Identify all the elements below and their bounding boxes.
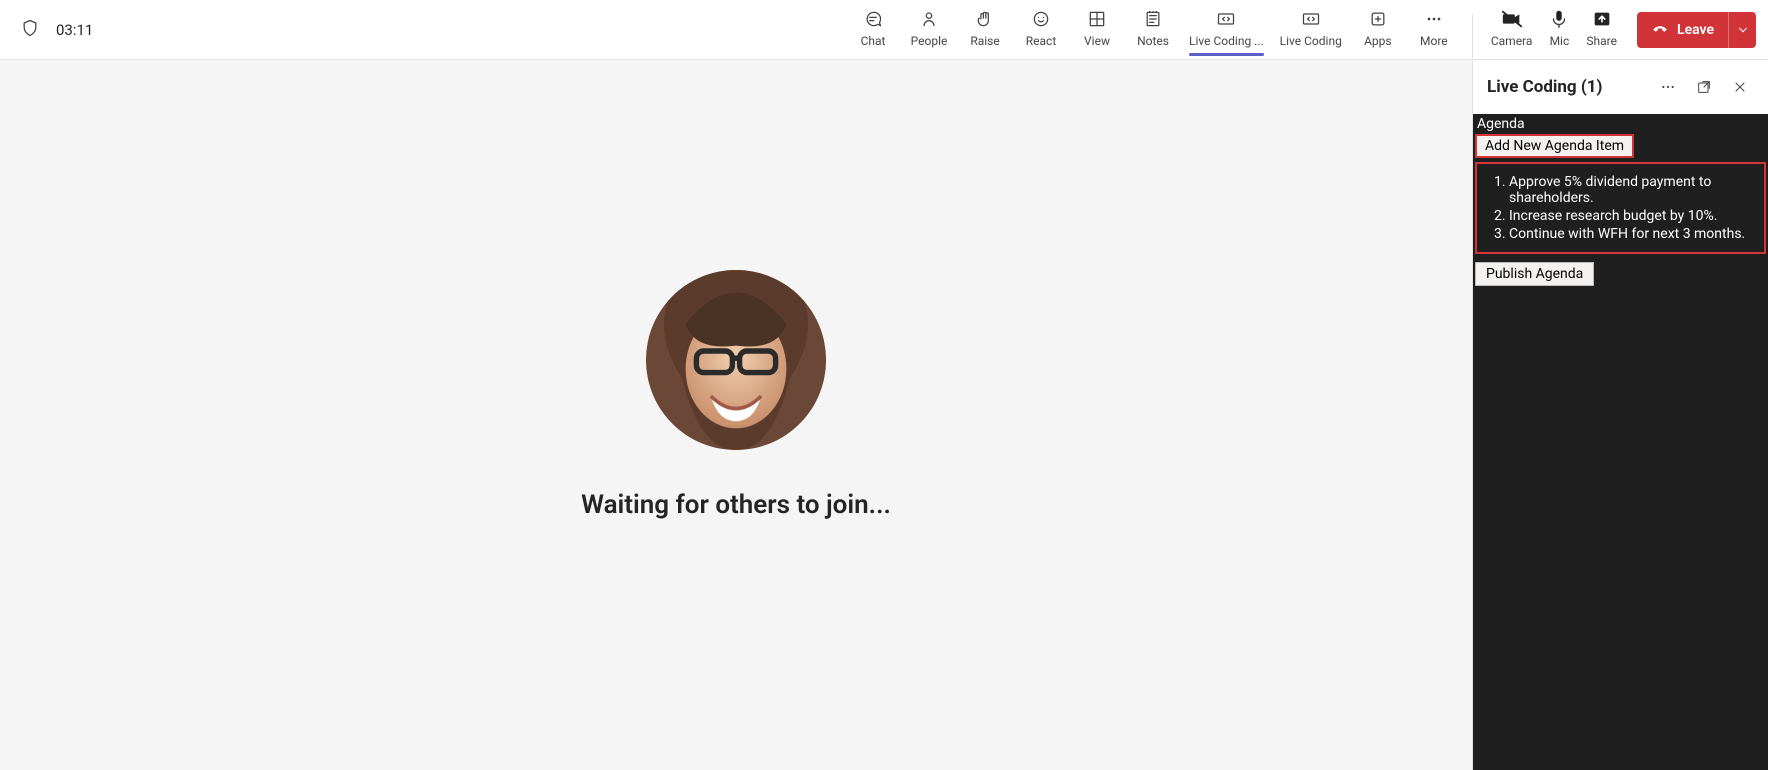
notes-label: Notes bbox=[1137, 34, 1169, 48]
mic-icon bbox=[1548, 8, 1570, 30]
camera-off-icon bbox=[1501, 8, 1523, 30]
publish-agenda-button[interactable]: Publish Agenda bbox=[1475, 262, 1594, 286]
camera-toggle[interactable]: Camera bbox=[1485, 6, 1539, 50]
raise-label: Raise bbox=[970, 34, 999, 48]
people-button[interactable]: People bbox=[903, 6, 955, 48]
panel-more-button[interactable] bbox=[1654, 73, 1682, 101]
leave-options-caret[interactable] bbox=[1728, 12, 1756, 48]
side-panel-header: Live Coding (1) bbox=[1473, 60, 1768, 114]
agenda-heading: Agenda bbox=[1473, 114, 1768, 134]
app-icon bbox=[1216, 8, 1236, 30]
side-panel-title: Live Coding (1) bbox=[1487, 77, 1646, 97]
notes-icon bbox=[1143, 8, 1163, 30]
leave-button[interactable]: Leave bbox=[1637, 12, 1728, 48]
meeting-toolbar: 03:11 Chat People Raise React View Notes bbox=[0, 0, 1768, 60]
more-button[interactable]: More bbox=[1408, 6, 1460, 48]
share-button[interactable]: Share bbox=[1580, 6, 1623, 50]
apps-button[interactable]: Apps bbox=[1352, 6, 1404, 48]
agenda-list: Approve 5% dividend payment to sharehold… bbox=[1475, 162, 1766, 254]
agenda-item: Increase research budget by 10%. bbox=[1509, 208, 1756, 224]
chat-label: Chat bbox=[861, 34, 886, 48]
leave-label: Leave bbox=[1677, 22, 1714, 38]
notes-button[interactable]: Notes bbox=[1127, 6, 1179, 48]
toolbar-separator bbox=[1472, 14, 1473, 58]
share-label: Share bbox=[1586, 34, 1617, 48]
side-panel-content: Agenda Add New Agenda Item Approve 5% di… bbox=[1473, 114, 1768, 770]
waiting-message: Waiting for others to join... bbox=[581, 490, 891, 520]
live-coding-tab-active[interactable]: Live Coding ... bbox=[1183, 6, 1270, 48]
people-label: People bbox=[911, 34, 948, 48]
agenda-item: Continue with WFH for next 3 months. bbox=[1509, 226, 1756, 242]
side-panel: Live Coding (1) Agenda Add New Agenda It… bbox=[1472, 60, 1768, 770]
add-agenda-item-button[interactable]: Add New Agenda Item bbox=[1475, 134, 1634, 158]
raise-hand-icon bbox=[975, 8, 995, 30]
agenda-item: Approve 5% dividend payment to sharehold… bbox=[1509, 174, 1756, 206]
participant-avatar bbox=[646, 270, 826, 450]
panel-close-button[interactable] bbox=[1726, 73, 1754, 101]
meeting-timer: 03:11 bbox=[56, 21, 93, 39]
share-icon bbox=[1591, 8, 1613, 30]
react-button[interactable]: React bbox=[1015, 6, 1067, 48]
react-label: React bbox=[1026, 34, 1057, 48]
mic-toggle[interactable]: Mic bbox=[1542, 6, 1576, 50]
panel-popout-button[interactable] bbox=[1690, 73, 1718, 101]
live-coding-label-1: Live Coding ... bbox=[1189, 34, 1264, 48]
live-coding-label-2: Live Coding bbox=[1280, 34, 1342, 48]
chat-button[interactable]: Chat bbox=[847, 6, 899, 48]
meeting-stage: Waiting for others to join... bbox=[0, 60, 1472, 770]
chat-icon bbox=[863, 8, 883, 30]
raise-hand-button[interactable]: Raise bbox=[959, 6, 1011, 48]
people-icon bbox=[919, 8, 939, 30]
mic-label: Mic bbox=[1550, 34, 1570, 48]
view-button[interactable]: View bbox=[1071, 6, 1123, 48]
camera-label: Camera bbox=[1491, 34, 1533, 48]
app-icon-2 bbox=[1301, 8, 1321, 30]
hang-up-icon bbox=[1651, 19, 1669, 41]
view-label: View bbox=[1084, 34, 1110, 48]
react-icon bbox=[1031, 8, 1051, 30]
live-coding-tab[interactable]: Live Coding bbox=[1274, 6, 1348, 48]
apps-icon bbox=[1368, 8, 1388, 30]
more-label: More bbox=[1420, 34, 1448, 48]
more-icon bbox=[1424, 8, 1444, 30]
shield-icon bbox=[20, 18, 40, 42]
view-icon bbox=[1087, 8, 1107, 30]
apps-label: Apps bbox=[1364, 34, 1392, 48]
